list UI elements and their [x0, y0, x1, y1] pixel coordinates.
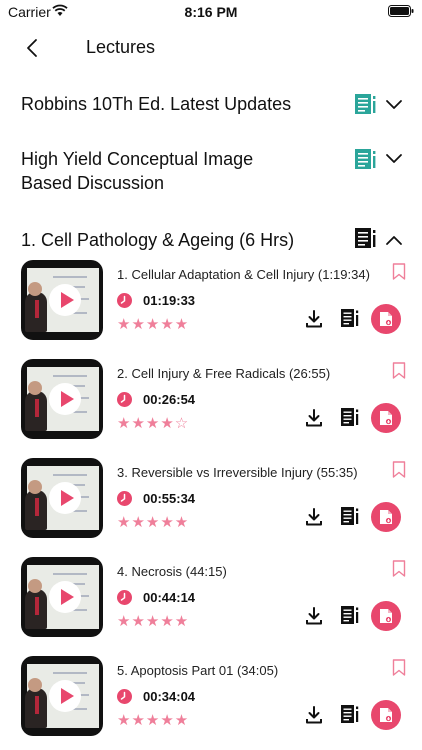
lecture-item[interactable]: 2. Cell Injury & Free Radicals (26:55) 0…: [0, 359, 422, 449]
section-robbins-updates[interactable]: Robbins 10Th Ed. Latest Updates: [0, 90, 422, 120]
lecturer-head: [28, 282, 42, 296]
notes-icon[interactable]: [341, 309, 359, 327]
play-icon[interactable]: [49, 383, 81, 415]
lecture-title: 1. Cellular Adaptation & Cell Injury (1:…: [117, 267, 370, 282]
rating-stars: ★★★★★: [117, 514, 190, 531]
lecturer-head: [28, 480, 42, 494]
notes-icon[interactable]: [341, 507, 359, 525]
pdf-icon: [380, 510, 392, 524]
notes-icon[interactable]: [341, 408, 359, 426]
clock-icon: [117, 491, 132, 506]
notes-icon[interactable]: [355, 228, 377, 248]
section-high-yield[interactable]: High Yield Conceptual Image Based Discus…: [0, 147, 422, 197]
lecturer-tie: [35, 597, 39, 615]
pdf-button[interactable]: [371, 601, 401, 631]
lecture-duration: 00:44:14: [143, 590, 196, 605]
lecturer-tie: [35, 399, 39, 417]
bookmark-icon[interactable]: [392, 263, 406, 280]
rating-stars: ★★★★★: [117, 613, 190, 630]
clock-icon: [117, 293, 132, 308]
lecture-item[interactable]: 5. Apoptosis Part 01 (34:05) 00:34:04 ★★…: [0, 656, 422, 746]
chevron-down-icon[interactable]: [385, 98, 403, 112]
lecture-title: 4. Necrosis (44:15): [117, 564, 227, 579]
pdf-icon: [380, 708, 392, 722]
bookmark-icon[interactable]: [392, 362, 406, 379]
lecture-thumbnail[interactable]: [21, 656, 103, 736]
lecture-duration: 00:34:04: [143, 689, 196, 704]
lecture-item[interactable]: 4. Necrosis (44:15) 00:44:14 ★★★★★: [0, 557, 422, 647]
rating-stars: ★★★★★: [117, 712, 190, 729]
lecture-duration: 01:19:33: [143, 293, 196, 308]
lecturer-tie: [35, 300, 39, 318]
pdf-button[interactable]: [371, 700, 401, 730]
section-cell-pathology[interactable]: 1. Cell Pathology & Ageing (6 Hrs): [0, 226, 422, 256]
lecturer-head: [28, 381, 42, 395]
lecture-thumbnail[interactable]: [21, 260, 103, 340]
lecturer-tie: [35, 696, 39, 714]
bookmark-icon[interactable]: [392, 560, 406, 577]
lecture-thumbnail[interactable]: [21, 359, 103, 439]
lecture-title: 2. Cell Injury & Free Radicals (26:55): [117, 366, 331, 381]
rating-stars: ★★★★★: [117, 316, 190, 333]
play-icon[interactable]: [49, 581, 81, 613]
play-icon[interactable]: [49, 482, 81, 514]
play-icon[interactable]: [49, 680, 81, 712]
lecturer-head: [28, 678, 42, 692]
page-title: Lectures: [86, 37, 156, 57]
download-icon[interactable]: [305, 706, 323, 724]
lecture-title: 3. Reversible vs Irreversible Injury (55…: [117, 465, 358, 480]
chevron-up-icon[interactable]: [385, 233, 403, 247]
lecture-item[interactable]: 1. Cellular Adaptation & Cell Injury (1:…: [0, 260, 422, 350]
lecture-duration: 00:26:54: [143, 392, 196, 407]
notes-icon[interactable]: [341, 705, 359, 723]
clock-icon: [117, 590, 132, 605]
pdf-icon: [380, 312, 392, 326]
clock-icon: [117, 392, 132, 407]
lecture-thumbnail[interactable]: [21, 458, 103, 538]
pdf-button[interactable]: [371, 304, 401, 334]
section-title: Robbins 10Th Ed. Latest Updates: [21, 94, 292, 114]
lecturer-tie: [35, 498, 39, 516]
download-icon[interactable]: [305, 607, 323, 625]
download-icon[interactable]: [305, 508, 323, 526]
battery-icon: [388, 5, 414, 17]
chevron-down-icon[interactable]: [385, 152, 403, 166]
bookmark-icon[interactable]: [392, 461, 406, 478]
download-icon[interactable]: [305, 310, 323, 328]
notes-icon[interactable]: [355, 149, 377, 169]
status-bar: Carrier 8:16 PM: [0, 0, 422, 26]
notes-icon[interactable]: [341, 606, 359, 624]
pdf-icon: [380, 609, 392, 623]
download-icon[interactable]: [305, 409, 323, 427]
back-icon[interactable]: [22, 37, 44, 59]
notes-icon[interactable]: [355, 94, 377, 114]
status-time: 8:16 PM: [184, 4, 238, 20]
rating-stars: ★★★★☆: [117, 415, 190, 432]
lecturer-head: [28, 579, 42, 593]
clock-icon: [117, 689, 132, 704]
pdf-icon: [380, 411, 392, 425]
lecture-title: 5. Apoptosis Part 01 (34:05): [117, 663, 279, 678]
bookmark-icon[interactable]: [392, 659, 406, 676]
play-icon[interactable]: [49, 284, 81, 316]
lecture-item[interactable]: 3. Reversible vs Irreversible Injury (55…: [0, 458, 422, 548]
pdf-button[interactable]: [371, 403, 401, 433]
lecture-duration: 00:55:34: [143, 491, 196, 506]
nav-bar: Lectures: [0, 30, 422, 66]
lecture-thumbnail[interactable]: [21, 557, 103, 637]
section-title: High Yield Conceptual Image Based Discus…: [21, 149, 254, 193]
pdf-button[interactable]: [371, 502, 401, 532]
section-title: 1. Cell Pathology & Ageing (6 Hrs): [21, 230, 295, 250]
